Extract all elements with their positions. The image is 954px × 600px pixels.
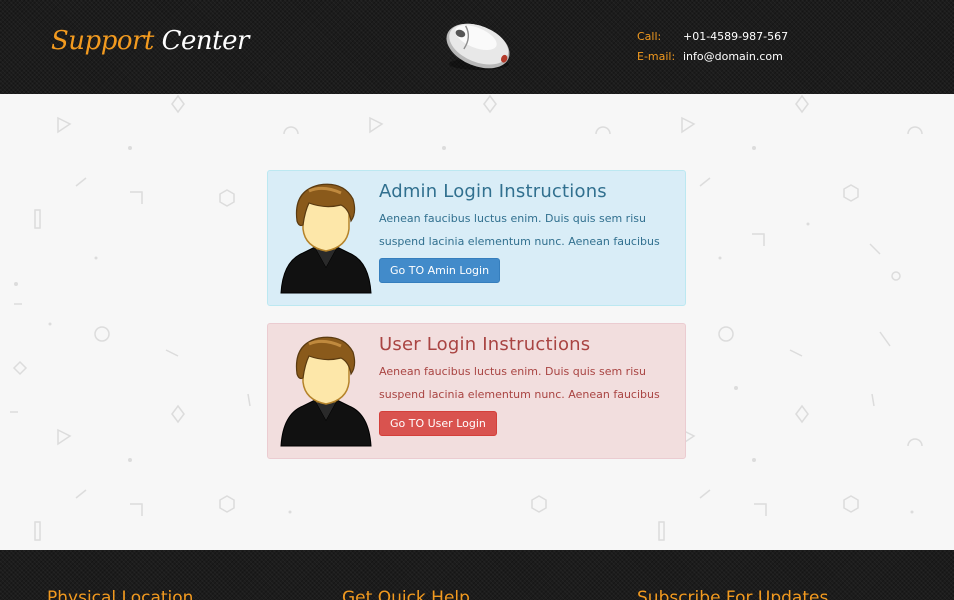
main-content: Admin Login Instructions Aenean faucibus… (0, 94, 954, 550)
email-label: E-mail: (637, 50, 676, 63)
user-avatar-icon (279, 334, 373, 454)
user-login-panel: User Login Instructions Aenean faucibus … (267, 323, 686, 459)
brand-secondary-text: Center (161, 26, 250, 56)
footer-heading-physical-location: Physical Location (47, 588, 194, 600)
site-footer: Physical Location Get Quick Help Subscri… (0, 550, 954, 600)
brand-primary-text: Support (51, 26, 154, 56)
site-header: Support Center Call: +01-4589-987-567 E-m… (0, 0, 954, 94)
footer-heading-quick-help: Get Quick Help (342, 588, 470, 600)
contact-phone: Call: +01-4589-987-567 (637, 30, 788, 43)
brand-logo[interactable]: Support Center (51, 26, 249, 56)
footer-heading-subscribe: Subscribe For Updates (637, 588, 829, 600)
background-pattern (10, 94, 923, 541)
call-label: Call: (637, 30, 662, 43)
call-value[interactable]: +01-4589-987-567 (683, 30, 788, 43)
computer-mouse-icon (441, 20, 515, 78)
go-to-admin-login-button[interactable]: Go TO Amin Login (379, 258, 501, 283)
email-value[interactable]: info@domain.com (683, 50, 783, 63)
go-to-user-login-button[interactable]: Go TO User Login (379, 411, 497, 436)
user-avatar-icon (279, 181, 373, 301)
admin-login-panel: Admin Login Instructions Aenean faucibus… (267, 170, 686, 306)
admin-panel-title: Admin Login Instructions (379, 181, 607, 202)
contact-email: E-mail: info@domain.com (637, 50, 783, 63)
user-panel-title: User Login Instructions (379, 334, 591, 355)
